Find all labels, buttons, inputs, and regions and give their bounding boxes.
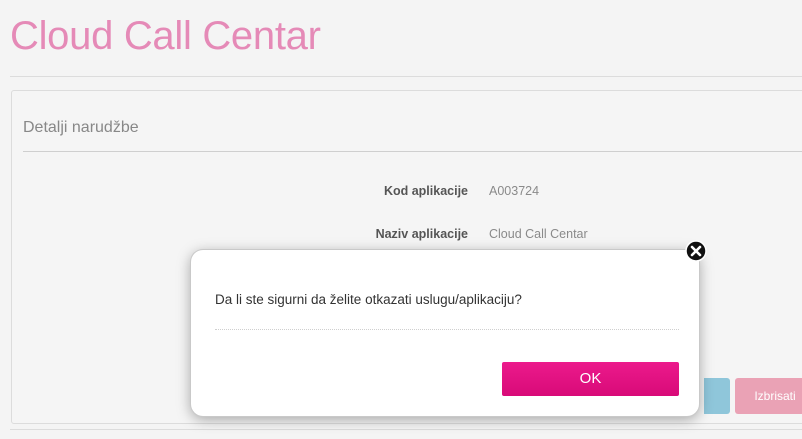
app-name-value: Cloud Call Centar bbox=[489, 227, 588, 241]
page-title: Cloud Call Centar bbox=[10, 14, 321, 58]
panel-divider bbox=[23, 151, 802, 152]
ok-button[interactable]: OK bbox=[502, 362, 679, 396]
title-divider bbox=[10, 76, 802, 77]
app-name-label: Naziv aplikacije bbox=[375, 227, 468, 241]
confirm-dialog: Da li ste sigurni da želite otkazati usl… bbox=[191, 250, 699, 416]
app-code-value: A003724 bbox=[489, 184, 540, 198]
panel-heading: Detalji narudžbe bbox=[23, 119, 139, 136]
close-icon[interactable] bbox=[685, 240, 707, 262]
confirm-message: Da li ste sigurni da želite otkazati usl… bbox=[215, 292, 522, 307]
dialog-divider bbox=[215, 329, 679, 330]
bottom-divider bbox=[10, 429, 802, 430]
app-code-label: Kod aplikacije bbox=[383, 184, 468, 198]
secondary-button[interactable] bbox=[704, 378, 730, 414]
delete-button[interactable]: Izbrisati bbox=[735, 378, 802, 414]
